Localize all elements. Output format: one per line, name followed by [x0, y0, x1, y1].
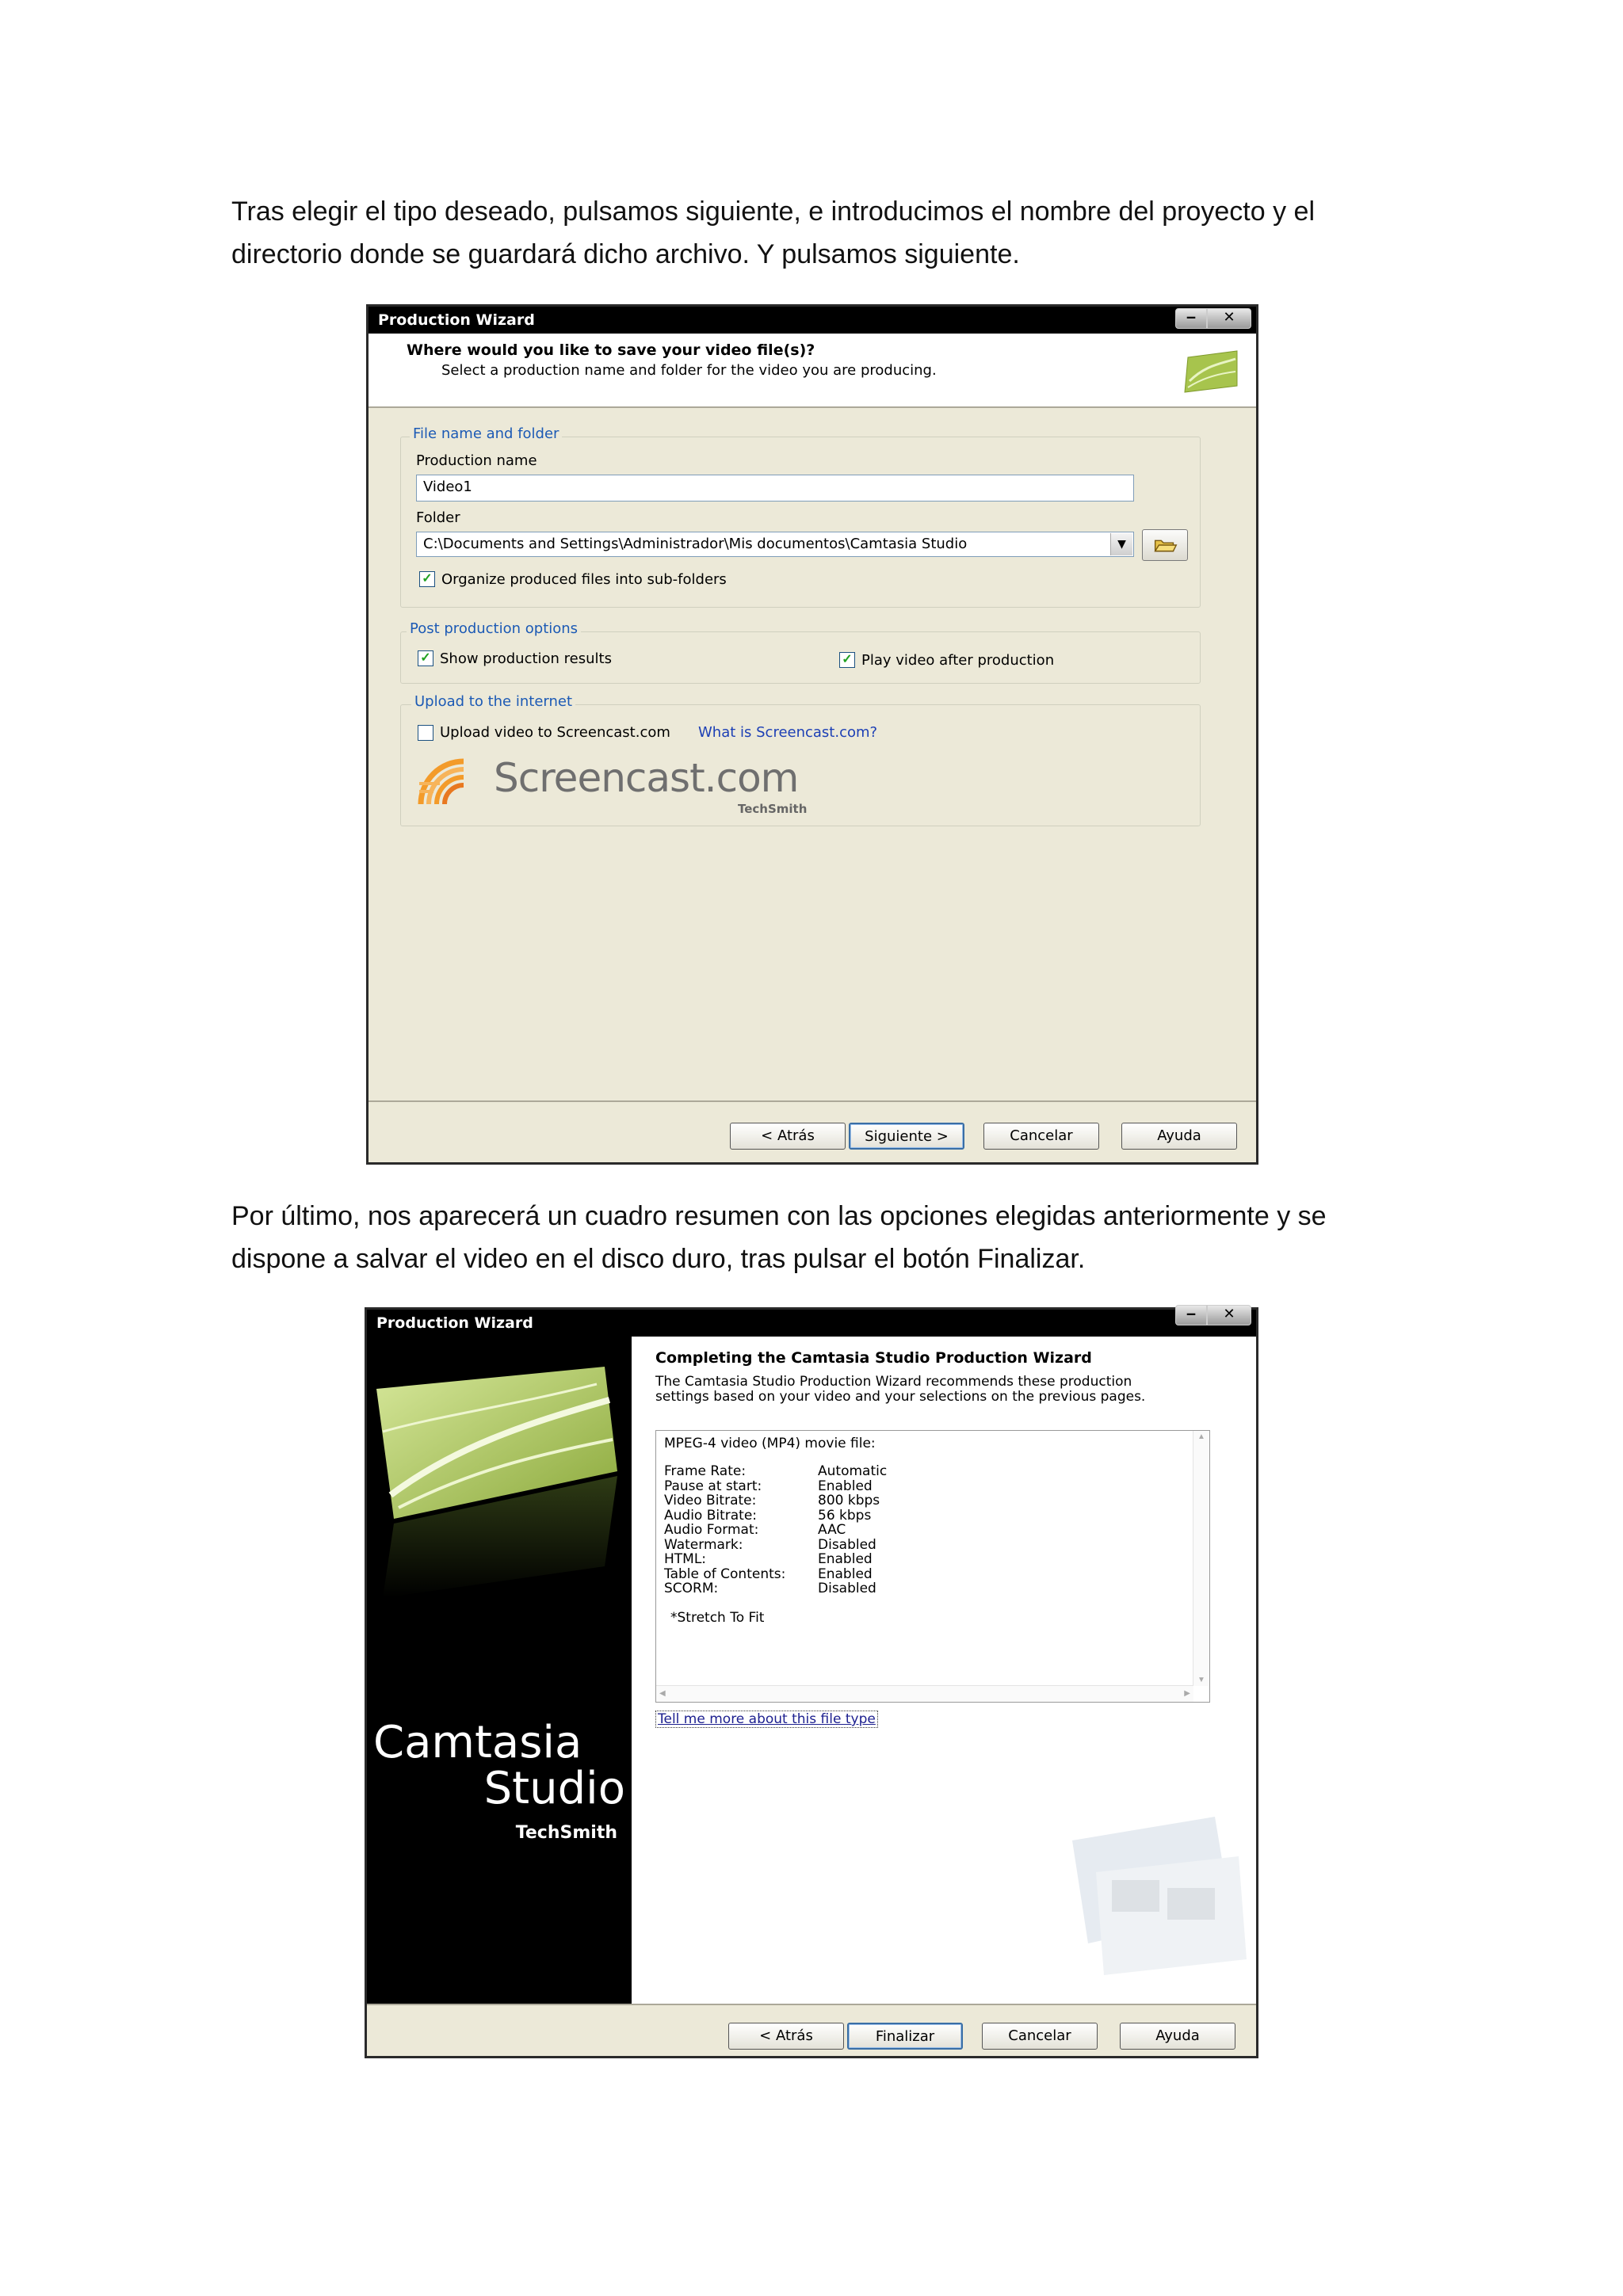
summary-key: HTML:	[664, 1551, 707, 1567]
vertical-scrollbar[interactable]: ▲ ▼	[1193, 1431, 1209, 1686]
footer-divider	[369, 1100, 1256, 1102]
summary-note: *Stretch To Fit	[670, 1610, 765, 1626]
show-results-checkbox[interactable]: ✓	[418, 650, 433, 666]
summary-row: Pause at start: Enabled	[664, 1478, 887, 1494]
close-button[interactable]: ✕	[1207, 308, 1251, 329]
techsmith-brand: TechSmith	[515, 1823, 617, 1843]
back-button[interactable]: < Atrás	[730, 1123, 846, 1150]
summary-key: SCORM:	[664, 1581, 719, 1596]
summary-value: Automatic	[818, 1463, 888, 1479]
summary-value: Enabled	[818, 1566, 873, 1582]
back-button[interactable]: < Atrás	[728, 2023, 844, 2050]
upload-checkbox[interactable]	[418, 725, 433, 741]
summary-value: 800 kbps	[818, 1493, 880, 1508]
cancel-button[interactable]: Cancelar	[983, 1123, 1099, 1150]
scroll-down-icon: ▼	[1197, 1676, 1205, 1684]
wizard-header: Where would you like to save your video …	[369, 334, 1256, 408]
upload-checkbox-label: Upload video to Screencast.com	[440, 724, 670, 741]
summary-value: Disabled	[818, 1536, 876, 1553]
summary-row: Audio Bitrate: 56 kbps	[664, 1508, 887, 1524]
summary-value: Disabled	[818, 1581, 876, 1596]
camtasia-brand-panel: Camtasia Studio TechSmith	[367, 1337, 632, 2004]
screencast-logo-icon	[418, 758, 464, 805]
summary-value: Enabled	[818, 1478, 873, 1494]
camtasia-wordmark: Camtasia	[373, 1717, 582, 1768]
production-wizard-complete-dialog: Production Wizard ‒ ✕ Camtasia Studio Te…	[365, 1305, 1258, 2058]
show-results-label: Show production results	[440, 650, 612, 667]
completion-heading: Completing the Camtasia Studio Productio…	[655, 1349, 1092, 1367]
window-title: Production Wizard	[378, 311, 535, 329]
summary-row: Frame Rate: Automatic	[664, 1464, 887, 1479]
help-button[interactable]: Ayuda	[1120, 2023, 1235, 2050]
summary-format: MPEG-4 video (MP4) movie file:	[664, 1436, 876, 1451]
summary-value: Enabled	[818, 1551, 873, 1567]
summary-key: Pause at start:	[664, 1478, 762, 1494]
screencast-logo-text: Screencast.com	[494, 755, 799, 801]
organize-checkbox-label: Organize produced files into sub-folders	[441, 571, 727, 588]
scroll-up-icon: ▲	[1197, 1432, 1205, 1441]
production-wizard-save-dialog: Production Wizard ‒ ✕ Where would you li…	[366, 304, 1258, 1165]
minimize-button[interactable]: ‒	[1175, 308, 1207, 329]
close-button[interactable]: ✕	[1207, 1305, 1251, 1325]
summary-row: Table of Contents: Enabled	[664, 1566, 887, 1582]
summary-key: Table of Contents:	[664, 1566, 786, 1582]
browse-folder-button[interactable]	[1142, 529, 1188, 561]
upload-group-label: Upload to the internet	[411, 693, 576, 710]
scroll-right-icon: ▶	[1184, 1689, 1190, 1698]
folder-combo[interactable]: C:\Documents and Settings\Administrador\…	[416, 532, 1134, 557]
summary-value: 56 kbps	[818, 1507, 872, 1524]
summary-key: Frame Rate:	[664, 1463, 747, 1479]
summary-key: Audio Format:	[664, 1522, 759, 1538]
summary-paragraph: Por último, nos aparecerá un cuadro resu…	[231, 1201, 1327, 1274]
help-button[interactable]: Ayuda	[1121, 1123, 1237, 1150]
summary-value: AAC	[818, 1522, 846, 1538]
close-icon: ✕	[1223, 309, 1235, 326]
what-is-screencast-link[interactable]: What is Screencast.com?	[698, 724, 877, 741]
cancel-button[interactable]: Cancelar	[982, 2023, 1098, 2050]
techsmith-logo-text: TechSmith	[738, 802, 808, 816]
footer-divider	[367, 2004, 1256, 2005]
summary-row: Video Bitrate: 800 kbps	[664, 1493, 887, 1508]
title-bar: Production Wizard ‒ ✕	[367, 1305, 1256, 1337]
header-subtitle: Select a production name and folder for …	[441, 362, 937, 379]
close-icon: ✕	[1223, 1306, 1235, 1322]
settings-summary-box[interactable]: MPEG-4 video (MP4) movie file: Frame Rat…	[655, 1430, 1210, 1703]
summary-key: Watermark:	[664, 1536, 743, 1553]
studio-wordmark: Studio	[483, 1763, 625, 1814]
folder-path-value: C:\Documents and Settings\Administrador\…	[423, 536, 968, 552]
scroll-left-icon: ◀	[659, 1689, 666, 1698]
completion-description: The Camtasia Studio Production Wizard re…	[655, 1374, 1146, 1405]
finish-button[interactable]: Finalizar	[847, 2023, 963, 2050]
organize-checkbox[interactable]: ✓	[419, 571, 435, 587]
intro-paragraph: Tras elegir el tipo deseado, pulsamos si…	[231, 196, 1316, 269]
camtasia-film-icon	[376, 1367, 617, 1598]
summary-row: HTML: Enabled	[664, 1552, 887, 1567]
title-bar: Production Wizard ‒ ✕	[369, 307, 1256, 334]
chevron-down-icon[interactable]: ▼	[1110, 533, 1132, 555]
summary-rows: Frame Rate: Automatic Pause at start: Enabl…	[664, 1464, 887, 1596]
header-title: Where would you like to save your video …	[407, 341, 815, 359]
summary-key: Video Bitrate:	[664, 1493, 757, 1508]
play-video-label: Play video after production	[861, 652, 1055, 669]
summary-row: SCORM: Disabled	[664, 1581, 887, 1596]
next-button[interactable]: Siguiente >	[849, 1123, 964, 1150]
tell-me-more-link[interactable]: Tell me more about this file type	[655, 1711, 878, 1728]
summary-row: Audio Format: AAC	[664, 1523, 887, 1538]
minimize-button[interactable]: ‒	[1175, 1305, 1207, 1325]
summary-row: Watermark: Disabled	[664, 1536, 887, 1553]
production-name-input[interactable]: Video1	[416, 475, 1134, 502]
camtasia-film-icon	[1184, 350, 1238, 393]
film-reel-watermark-icon	[1072, 1817, 1247, 1975]
play-video-checkbox[interactable]: ✓	[839, 652, 855, 668]
open-folder-icon	[1154, 540, 1178, 552]
post-production-group-label: Post production options	[407, 620, 582, 637]
summary-key: Audio Bitrate:	[664, 1507, 758, 1524]
production-name-label: Production name	[416, 452, 537, 469]
window-title: Production Wizard	[376, 1314, 533, 1332]
horizontal-scrollbar[interactable]: ◀ ▶	[656, 1685, 1193, 1702]
file-name-folder-group-label: File name and folder	[410, 425, 563, 442]
folder-label: Folder	[416, 509, 460, 526]
